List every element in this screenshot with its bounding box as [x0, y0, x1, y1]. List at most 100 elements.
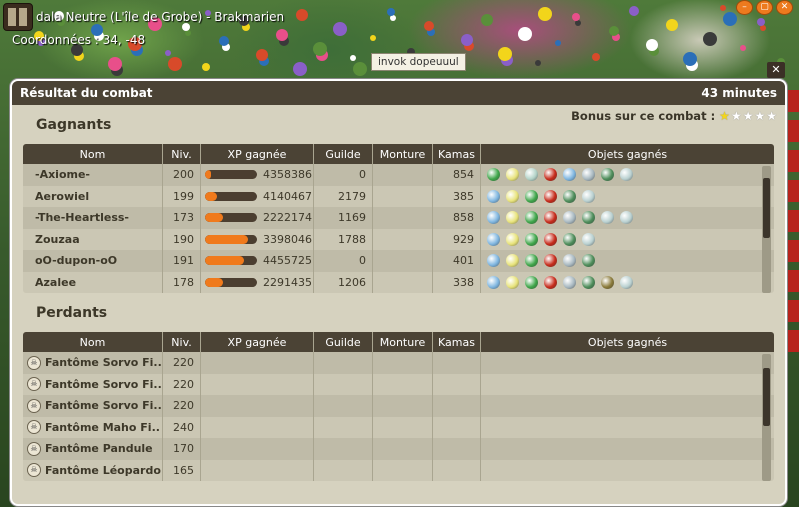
xp-value: 4455725	[263, 254, 312, 268]
item-icon[interactable]	[582, 168, 595, 182]
side-tab[interactable]	[785, 90, 799, 112]
item-icon[interactable]	[525, 275, 538, 289]
side-tab[interactable]	[785, 120, 799, 142]
minimize-icon[interactable]: –	[736, 0, 753, 15]
table-row[interactable]: ☠ Fantôme Léopardo 165	[23, 459, 774, 481]
side-tab[interactable]	[785, 240, 799, 262]
col-mount[interactable]: Monture	[373, 332, 433, 352]
item-icon[interactable]	[601, 275, 614, 289]
col-level[interactable]: Niv.	[163, 144, 201, 164]
item-icon[interactable]	[487, 211, 500, 225]
mount-xp	[373, 352, 433, 374]
item-icon[interactable]	[506, 211, 519, 225]
table-row[interactable]: ☠ Fantôme Maho Fi.. 240	[23, 416, 774, 438]
item-icon[interactable]	[582, 232, 595, 246]
xp-cell: 2222174	[201, 207, 314, 229]
col-kamas[interactable]: Kamas	[433, 332, 481, 352]
map-icon[interactable]	[3, 3, 33, 31]
item-icon[interactable]	[582, 254, 595, 268]
item-icon[interactable]	[582, 275, 595, 289]
item-icon[interactable]	[506, 168, 519, 182]
side-tab[interactable]	[785, 330, 799, 352]
col-xp[interactable]: XP gagnée	[201, 144, 314, 164]
table-row[interactable]: Aerowiel 199 4140467 2179 385	[23, 185, 774, 207]
table-row[interactable]: ☠ Fantôme Sorvo Fi.. 220	[23, 395, 774, 417]
item-icon[interactable]	[563, 211, 576, 225]
item-icon[interactable]	[525, 232, 538, 246]
item-icon[interactable]	[620, 275, 633, 289]
item-icon[interactable]	[620, 168, 633, 182]
xp-cell	[201, 352, 314, 374]
item-icon[interactable]	[487, 275, 500, 289]
table-row[interactable]: oO-dupon-oO 191 4455725 0 401	[23, 250, 774, 272]
side-tab[interactable]	[785, 210, 799, 232]
item-icon[interactable]	[563, 254, 576, 268]
item-icon[interactable]	[506, 189, 519, 203]
item-icon[interactable]	[506, 232, 519, 246]
item-icon[interactable]	[544, 275, 557, 289]
col-xp[interactable]: XP gagnée	[201, 332, 314, 352]
table-row[interactable]: -The-Heartless- 173 2222174 1169 858	[23, 207, 774, 229]
col-level[interactable]: Niv.	[163, 332, 201, 352]
table-row[interactable]: ☠ Fantôme Sorvo Fi.. 220	[23, 352, 774, 374]
item-icon[interactable]	[563, 189, 576, 203]
col-objects[interactable]: Objets gagnés	[481, 336, 774, 349]
item-icon[interactable]	[544, 232, 557, 246]
winners-scrollbar[interactable]	[762, 166, 771, 293]
monster-name-cell: ☠ Fantôme Sorvo Fi..	[23, 395, 163, 417]
item-icon[interactable]	[563, 168, 576, 182]
col-name[interactable]: Nom	[23, 332, 163, 352]
item-icon[interactable]	[544, 168, 557, 182]
crowd-sprite	[518, 27, 532, 41]
losers-scroll-thumb[interactable]	[763, 368, 770, 426]
col-kamas[interactable]: Kamas	[433, 144, 481, 164]
table-row[interactable]: -Axiome- 200 4358386 0 854	[23, 164, 774, 186]
monster-name-cell: ☠ Fantôme Pandule	[23, 438, 163, 460]
close-icon[interactable]: ✕	[776, 0, 793, 15]
item-icon[interactable]	[601, 168, 614, 182]
table-row[interactable]: ☠ Fantôme Sorvo Fi.. 220	[23, 373, 774, 395]
item-icon[interactable]	[487, 232, 500, 246]
item-icon[interactable]	[582, 211, 595, 225]
table-row[interactable]: Azalee 178 2291435 1206 338	[23, 271, 774, 293]
item-icon[interactable]	[563, 232, 576, 246]
guild-xp: 1206	[314, 271, 373, 293]
side-tab[interactable]	[785, 270, 799, 292]
losers-scrollbar[interactable]	[762, 354, 771, 481]
item-icon[interactable]	[601, 211, 614, 225]
xp-cell	[201, 459, 314, 481]
col-guild[interactable]: Guilde	[314, 332, 373, 352]
panel-close-icon[interactable]: ✕	[767, 62, 785, 78]
table-row[interactable]: Zouzaa 190 3398046 1788 929	[23, 228, 774, 250]
player-level: 173	[163, 207, 201, 229]
item-icon[interactable]	[620, 211, 633, 225]
item-icon[interactable]	[563, 275, 576, 289]
item-icon[interactable]	[525, 254, 538, 268]
item-icon[interactable]	[506, 275, 519, 289]
side-tab[interactable]	[785, 180, 799, 202]
col-name[interactable]: Nom	[23, 144, 163, 164]
item-icon[interactable]	[487, 254, 500, 268]
restore-icon[interactable]: ▢	[756, 0, 773, 15]
col-mount[interactable]: Monture	[373, 144, 433, 164]
item-icon[interactable]	[525, 168, 538, 182]
item-icon[interactable]	[487, 189, 500, 203]
item-icon[interactable]	[582, 189, 595, 203]
mount-xp	[373, 207, 433, 229]
table-row[interactable]: ☠ Fantôme Pandule 170	[23, 438, 774, 460]
item-icon[interactable]	[525, 211, 538, 225]
col-objects[interactable]: Objets gagnés	[481, 148, 774, 161]
item-icon[interactable]	[525, 189, 538, 203]
item-icon[interactable]	[544, 189, 557, 203]
winners-scroll-thumb[interactable]	[763, 178, 770, 238]
objects-won	[481, 232, 774, 246]
crowd-sprite	[740, 45, 746, 51]
side-tab[interactable]	[785, 300, 799, 322]
item-icon[interactable]	[506, 254, 519, 268]
col-guild[interactable]: Guilde	[314, 144, 373, 164]
side-tab[interactable]	[785, 150, 799, 172]
monster-name-cell: ☠ Fantôme Sorvo Fi..	[23, 352, 163, 374]
item-icon[interactable]	[544, 254, 557, 268]
item-icon[interactable]	[544, 211, 557, 225]
item-icon[interactable]	[487, 168, 500, 182]
